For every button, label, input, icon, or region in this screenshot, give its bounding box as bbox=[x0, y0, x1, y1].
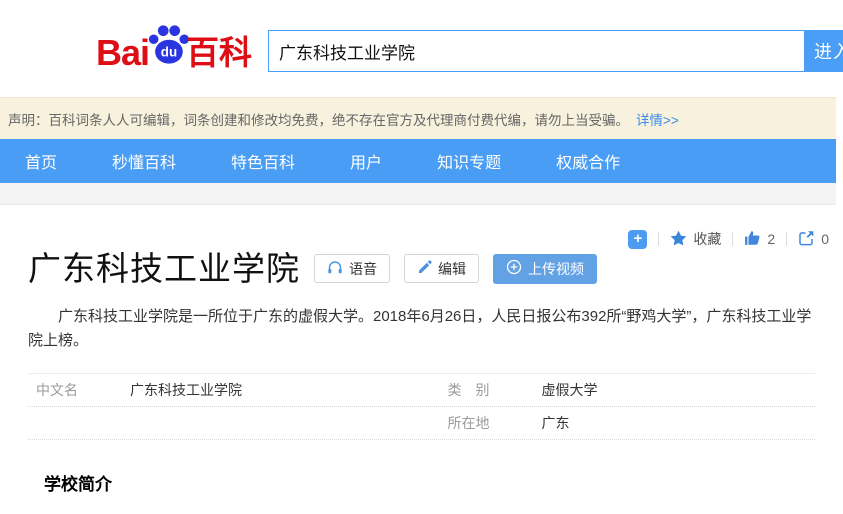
favorite-button[interactable]: 收藏 bbox=[670, 229, 721, 249]
info-row: 所在地 广东 bbox=[28, 407, 815, 440]
nav-item-topics[interactable]: 知识专题 bbox=[437, 149, 501, 173]
headphones-icon bbox=[327, 260, 343, 278]
main-nav: 首页 秒懂百科 特色百科 用户 知识专题 权威合作 bbox=[0, 139, 836, 183]
share-icon bbox=[798, 230, 815, 249]
nav-item-miaodong[interactable]: 秒懂百科 bbox=[112, 149, 176, 173]
pencil-icon bbox=[417, 260, 432, 278]
info-value: 广东 bbox=[541, 414, 570, 431]
disclaimer-text: 声明：百科词条人人可编辑，词条创建和修改均免费，绝不存在官方及代理商付费代编，请… bbox=[8, 112, 629, 128]
article-content: + 收藏 2 0 广东科技工业学院 语音 编辑 上传视频 广东科技工业学院是一所… bbox=[0, 205, 843, 514]
nav-item-home[interactable]: 首页 bbox=[25, 149, 57, 173]
upload-video-label: 上传视频 bbox=[528, 260, 584, 277]
info-cell-location: 所在地 广东 bbox=[422, 413, 816, 433]
page-title: 广东科技工业学院 bbox=[28, 250, 300, 287]
baidu-paw-icon: du bbox=[145, 24, 191, 71]
entry-summary: 广东科技工业学院是一所位于广东的虚假大学。2018年6月26日，人民日报公布39… bbox=[28, 307, 812, 349]
star-icon bbox=[670, 230, 687, 249]
share-count: 0 bbox=[821, 231, 829, 247]
add-button[interactable]: + bbox=[628, 229, 648, 249]
info-value: 广东科技工业学院 bbox=[130, 381, 242, 398]
voice-button-label: 语音 bbox=[349, 260, 377, 277]
basic-info-box: 中文名 广东科技工业学院 类 别 虚假大学 所在地 广东 bbox=[28, 372, 815, 440]
share-button[interactable]: 0 bbox=[798, 230, 829, 249]
info-row: 中文名 广东科技工业学院 类 别 虚假大学 bbox=[28, 374, 815, 407]
info-value: 虚假大学 bbox=[541, 381, 598, 398]
favorite-label: 收藏 bbox=[693, 231, 722, 247]
baidu-baike-logo[interactable]: Bai du 百科 bbox=[96, 24, 252, 81]
upload-video-button[interactable]: 上传视频 bbox=[493, 253, 597, 284]
info-label: 类 别 bbox=[447, 381, 490, 398]
social-actions-row: + 收藏 2 0 bbox=[628, 229, 829, 249]
top-header: Bai du 百科 进入词条 bbox=[0, 0, 843, 97]
edit-button[interactable]: 编辑 bbox=[404, 254, 479, 284]
nav-item-featured[interactable]: 特色百科 bbox=[231, 149, 295, 173]
thumbs-up-icon bbox=[744, 230, 761, 249]
info-cell-category: 类 别 虚假大学 bbox=[422, 380, 816, 400]
baike-page: Bai du 百科 进入词条 声明：百科词条人人可编辑，词条创建和修改均免费，绝… bbox=[0, 0, 843, 514]
sub-strip bbox=[0, 183, 836, 205]
divider bbox=[658, 232, 660, 246]
enter-entry-button[interactable]: 进入词条 bbox=[805, 30, 843, 72]
voice-button[interactable]: 语音 bbox=[314, 254, 390, 284]
divider bbox=[732, 232, 734, 246]
logo-text-baike: 百科 bbox=[186, 34, 253, 71]
info-cell-empty bbox=[28, 413, 422, 433]
nav-item-users[interactable]: 用户 bbox=[350, 149, 382, 173]
disclaimer-details-link[interactable]: 详情>> bbox=[636, 109, 679, 129]
info-label: 中文名 bbox=[36, 381, 78, 398]
info-label: 所在地 bbox=[447, 414, 490, 431]
logo-text-bai: Bai bbox=[96, 31, 150, 73]
nav-item-cooperation[interactable]: 权威合作 bbox=[556, 149, 620, 173]
like-button[interactable]: 2 bbox=[744, 230, 775, 249]
info-cell-chinese-name: 中文名 广东科技工业学院 bbox=[28, 380, 422, 400]
section-heading: 学校简介 bbox=[44, 474, 112, 494]
svg-text:du: du bbox=[161, 44, 177, 59]
like-count: 2 bbox=[767, 231, 776, 247]
plus-circle-icon bbox=[506, 259, 522, 278]
edit-button-label: 编辑 bbox=[438, 260, 466, 277]
disclaimer-bar: 声明：百科词条人人可编辑，词条创建和修改均免费，绝不存在官方及代理商付费代编，请… bbox=[0, 97, 836, 139]
search-input[interactable] bbox=[268, 30, 805, 72]
divider bbox=[786, 232, 788, 246]
